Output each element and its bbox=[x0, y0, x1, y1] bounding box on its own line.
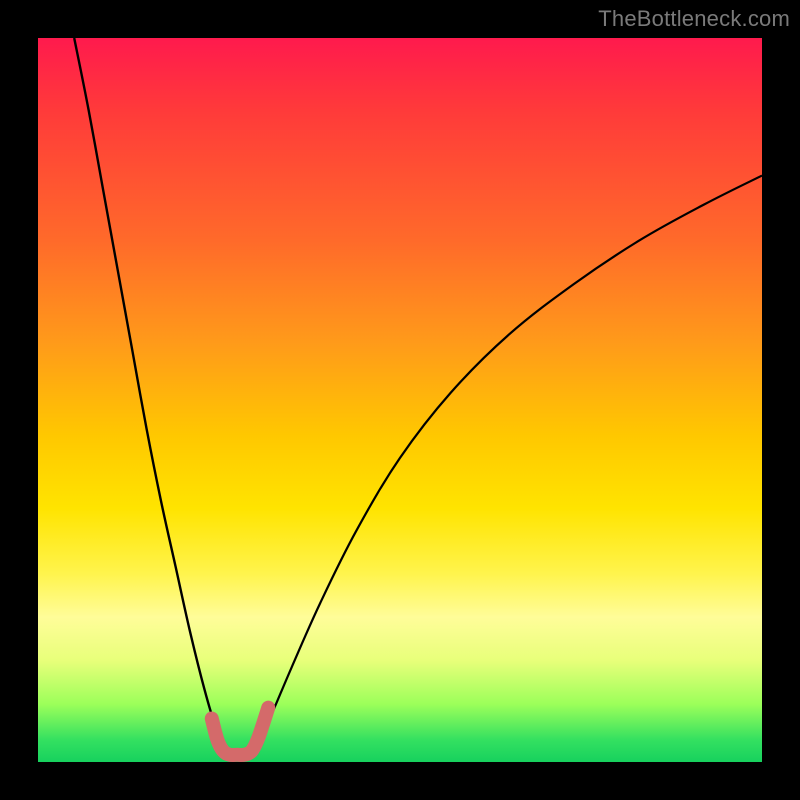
watermark-text: TheBottleneck.com bbox=[598, 6, 790, 32]
left-curve bbox=[74, 38, 226, 748]
chart-frame: TheBottleneck.com bbox=[0, 0, 800, 800]
right-curve bbox=[255, 176, 762, 748]
curve-layer bbox=[38, 38, 762, 762]
plot-area bbox=[38, 38, 762, 762]
valley-highlight bbox=[212, 708, 268, 755]
